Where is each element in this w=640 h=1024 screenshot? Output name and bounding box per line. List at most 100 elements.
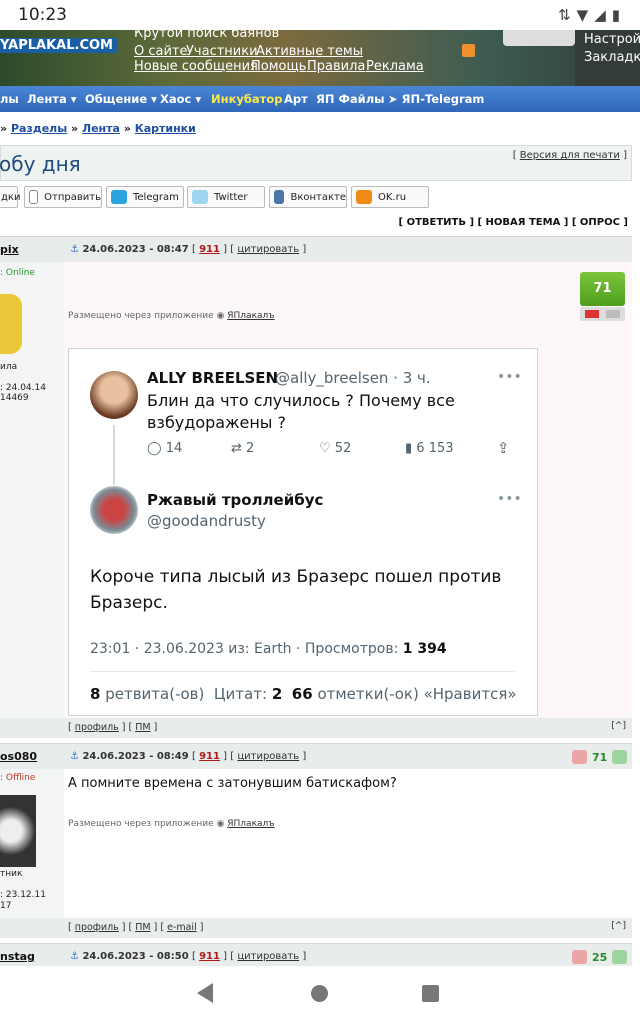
quote-button[interactable]: цитировать <box>237 951 299 962</box>
post-header: pix ⚓ 24.06.2023 - 08:47 [ 911 ] [ цитир… <box>0 236 632 262</box>
recents-icon[interactable] <box>422 985 439 1002</box>
post-author[interactable]: pix <box>0 243 19 256</box>
user-avatar[interactable] <box>503 30 575 46</box>
post-number-link[interactable]: 911 <box>199 244 220 255</box>
post-date-text: 24.06.2023 - 08:47 <box>82 244 189 255</box>
post-number: [ 911 ] [ цитировать ] <box>192 951 307 962</box>
post-date[interactable]: ⚓ 24.06.2023 - 08:49 <box>70 751 189 762</box>
nav-telegram[interactable]: ➤ ЯП-Telegram <box>388 92 484 106</box>
profile-link[interactable]: профиль <box>75 722 119 733</box>
anchor-icon: ⚓ <box>70 751 79 762</box>
print-version-link[interactable]: [ Версия для печати ] <box>513 150 627 161</box>
more-icon: ••• <box>497 491 522 507</box>
nav-feed-label: Лента <box>27 92 67 106</box>
retweet-icon: ⇄ <box>231 441 242 456</box>
reply-author-name: ALLY BREELSEN <box>147 369 279 387</box>
post-rating: 71 <box>580 272 625 306</box>
thumbs-down-icon[interactable] <box>572 950 587 964</box>
topic-actions[interactable]: [ ОТВЕТИТЬ ] [ НОВАЯ ТЕМА ] [ ОПРОС ] <box>399 217 628 228</box>
chevron-down-icon: ▾ <box>195 92 202 106</box>
post-date[interactable]: ⚓ 24.06.2023 - 08:50 <box>70 951 189 962</box>
share-twitter-label: Twitter <box>214 191 248 203</box>
link-new-messages[interactable]: Новые сообщения <box>134 59 258 74</box>
link-help[interactable]: Помощь <box>251 59 306 74</box>
nav-feed[interactable]: Лента ▾ <box>27 92 77 106</box>
avatar[interactable] <box>0 795 36 867</box>
post-author[interactable]: os080 <box>0 750 37 763</box>
envelope-icon <box>29 190 39 204</box>
author-handle: @goodandrusty <box>147 512 266 530</box>
crumb-feed[interactable]: Лента <box>82 122 120 135</box>
telegram-icon <box>111 190 127 204</box>
home-icon[interactable] <box>311 985 328 1002</box>
quote-button[interactable]: цитировать <box>237 244 299 255</box>
thread-line <box>113 425 115 485</box>
share-ok-label: OK.ru <box>378 191 407 203</box>
nav-incubator[interactable]: Инкубатор <box>211 92 282 106</box>
thumbs-up-icon[interactable] <box>612 750 627 764</box>
avatar[interactable] <box>0 294 22 354</box>
nav-chaos-label: Хаос <box>160 92 192 106</box>
share-telegram-label: Telegram <box>133 191 179 203</box>
pm-link[interactable]: ПМ <box>135 922 150 933</box>
ok-icon <box>356 190 372 204</box>
rss-icon[interactable] <box>462 44 475 57</box>
link-bookmarks[interactable]: Закладки <box>584 50 640 65</box>
post-date[interactable]: ⚓ 24.06.2023 - 08:47 <box>70 244 189 255</box>
share-vk-button[interactable]: Вконтакте <box>269 186 347 208</box>
vote-up-button[interactable] <box>606 310 620 318</box>
quote-button[interactable]: цитировать <box>237 751 299 762</box>
anchor-icon: ⚓ <box>70 244 79 255</box>
profile-link[interactable]: профиль <box>75 922 119 933</box>
nav-chaos[interactable]: Хаос ▾ <box>160 92 201 106</box>
scroll-top-button[interactable]: [^] <box>611 721 626 731</box>
post-number: [ 911 ] [ цитировать ] <box>192 751 307 762</box>
share-ok-button[interactable]: OK.ru <box>351 186 429 208</box>
pm-link[interactable]: ПМ <box>135 722 150 733</box>
system-nav-bar <box>0 966 640 1024</box>
share-email-button[interactable]: Отправить <box>24 186 102 208</box>
link-rules[interactable]: Правила <box>307 59 365 74</box>
share-label: дки <box>1 191 21 203</box>
link-members[interactable]: Участники <box>186 44 258 59</box>
crumb-sections[interactable]: Разделы <box>11 122 67 135</box>
nav-files[interactable]: ЯП Файлы <box>316 92 385 106</box>
site-logo[interactable]: YAPLAKAL.COM <box>0 38 117 53</box>
app-link[interactable]: ЯПлакалъ <box>227 311 274 321</box>
post-author[interactable]: nstag <box>0 950 35 963</box>
nav-talk-label: Общение <box>85 92 148 106</box>
link-active-topics[interactable]: Активные темы <box>256 44 363 59</box>
crumb-pictures[interactable]: Картинки <box>135 122 196 135</box>
more-icon: ••• <box>497 369 522 385</box>
thumbs-up-icon[interactable] <box>612 950 627 964</box>
share-button[interactable]: дки <box>0 186 21 208</box>
post-date-text: 24.06.2023 - 08:49 <box>82 751 189 762</box>
nav-talk[interactable]: Общение ▾ <box>85 92 157 106</box>
online-status: : Offline <box>0 773 36 783</box>
main-nav: лы Лента ▾ Общение ▾ Хаос ▾ Инкубатор Ар… <box>0 86 640 112</box>
comment-icon: ◯ <box>147 441 162 456</box>
battery-icon: ▮ <box>611 6 626 24</box>
thumbs-down-icon[interactable] <box>572 750 587 764</box>
tweet-text-1: Короче типа лысый из Бразерс пошел проти… <box>90 567 502 587</box>
back-icon[interactable] <box>197 983 213 1003</box>
email-link[interactable]: e-mail <box>167 922 197 933</box>
wifi-icon: ▼ <box>576 6 595 24</box>
link-about[interactable]: О сайте <box>134 44 188 59</box>
scroll-top-button[interactable]: [^] <box>611 921 626 931</box>
nav-telegram-label: ЯП-Telegram <box>401 92 485 106</box>
retweet-count-value: 2 <box>246 441 255 456</box>
link-ads[interactable]: Реклама <box>366 59 424 74</box>
share-telegram-button[interactable]: Telegram <box>106 186 184 208</box>
chevron-down-icon: ▾ <box>70 92 77 106</box>
view-count-value: 6 153 <box>416 441 454 456</box>
print-version-label: Версия для печати <box>519 150 620 161</box>
nav-item[interactable]: лы <box>0 92 19 106</box>
link-settings[interactable]: Настройк <box>584 32 640 47</box>
nav-art[interactable]: Арт <box>284 92 308 106</box>
post-number-link[interactable]: 911 <box>199 751 220 762</box>
app-link[interactable]: ЯПлакалъ <box>227 819 274 829</box>
vote-down-button[interactable] <box>585 310 599 318</box>
share-twitter-button[interactable]: Twitter <box>187 186 265 208</box>
post-number-link[interactable]: 911 <box>199 951 220 962</box>
